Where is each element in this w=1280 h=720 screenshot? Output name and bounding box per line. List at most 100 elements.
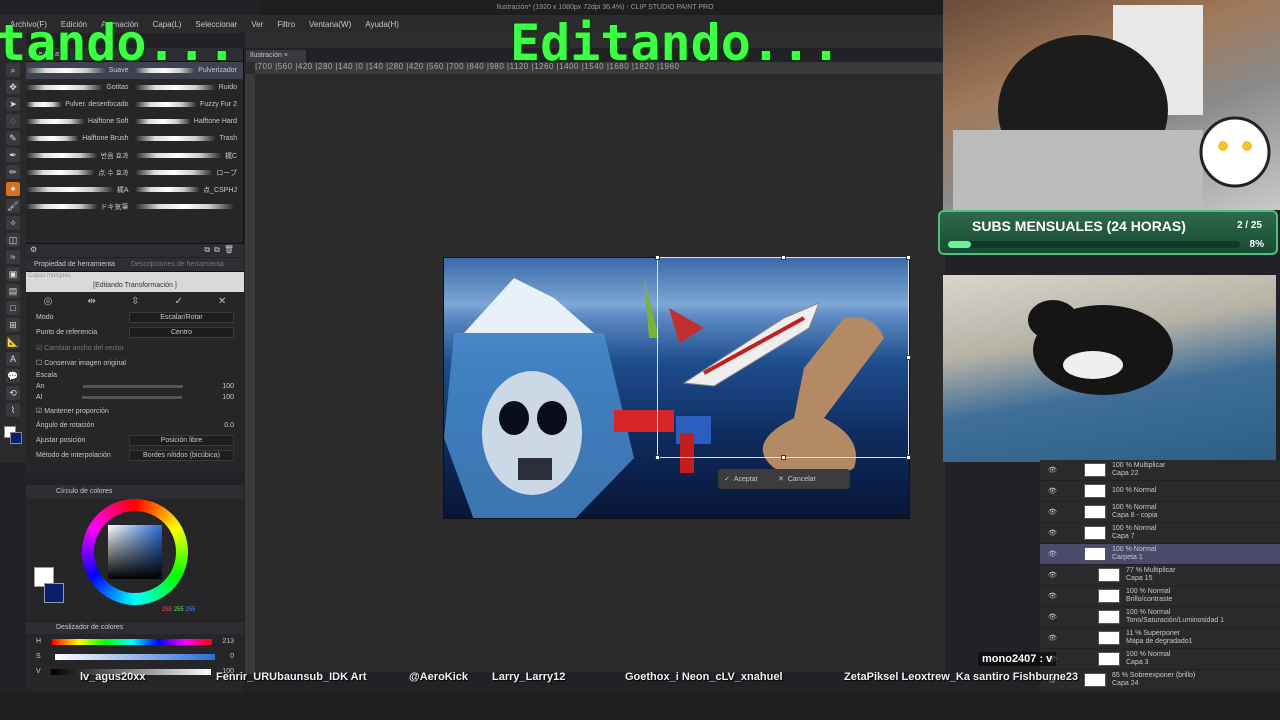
brush-item[interactable]: ドキ気筆 [26, 202, 135, 212]
transform-handle[interactable] [906, 255, 911, 260]
width-value[interactable]: 100 [222, 383, 234, 390]
figure-tool-icon[interactable]: □ [6, 301, 20, 315]
eye-icon[interactable]: 👁 [1048, 466, 1062, 474]
eye-icon[interactable]: 👁 [1048, 550, 1062, 558]
eye-icon[interactable]: 👁 [1048, 634, 1062, 642]
brush-item[interactable]: 梶C [134, 151, 244, 161]
saturation-value[interactable]: 0 [230, 653, 234, 660]
brush-item[interactable]: Gotitas [26, 84, 135, 91]
layer-row[interactable]: 👁100 % NormalCapa 3 [1040, 649, 1280, 670]
eye-icon[interactable]: 👁 [1048, 613, 1062, 621]
correction-line-icon[interactable]: ⌇ [6, 403, 20, 417]
ruler-tool-icon[interactable]: 📐 [6, 335, 20, 349]
layer-row[interactable]: 👁 77 % Multiplicar Capa 15 [1040, 565, 1280, 586]
reference-point-select[interactable]: Centro [129, 327, 234, 338]
brush-item[interactable] [134, 204, 244, 209]
height-value[interactable]: 100 [222, 394, 234, 401]
blend-tool-icon[interactable]: ≈ [6, 250, 20, 264]
gradient-tool-icon[interactable]: ▤ [6, 284, 20, 298]
saturation-value-square[interactable] [108, 525, 162, 579]
tab-tool-property[interactable]: Propiedad de herramienta [26, 258, 123, 271]
layer-row[interactable]: 👁 100 % Normal Brillo/contraste [1040, 586, 1280, 607]
keep-original-checkbox[interactable]: ☐ Conservar imagen original [36, 359, 126, 367]
move-tool-icon[interactable]: ✥ [6, 80, 20, 94]
pen-tool-icon[interactable]: ✒ [6, 148, 20, 162]
frame-tool-icon[interactable]: ⊞ [6, 318, 20, 332]
correction-tool-icon[interactable]: ⟲ [6, 386, 20, 400]
transform-handle[interactable] [655, 255, 660, 260]
color-wheel-tab[interactable]: Círculo de colores [26, 485, 244, 499]
layer-row[interactable]: 👁 100 % Normal [1040, 481, 1280, 502]
menu-ventana[interactable]: Ventana(W) [309, 20, 351, 29]
eye-icon[interactable]: 👁 [1048, 487, 1062, 495]
sub-color-swatch[interactable] [10, 432, 22, 444]
eye-icon[interactable]: 👁 [1048, 592, 1062, 600]
saturation-slider[interactable] [55, 653, 216, 660]
eye-icon[interactable]: 👁 [1048, 529, 1062, 537]
layer-row[interactable]: 👁 100 % Normal Capa 7 [1040, 523, 1280, 544]
menu-filtro[interactable]: Filtro [277, 20, 295, 29]
operation-tool-icon[interactable]: ➤ [6, 97, 20, 111]
brush-item[interactable]: Halftone Hard [134, 118, 244, 125]
position-select[interactable]: Posición libre [129, 435, 234, 446]
pencil-tool-icon[interactable]: ✏ [6, 165, 20, 179]
decoration-tool-icon[interactable]: ✧ [6, 216, 20, 230]
layer-row[interactable]: 👁 11 % Superponer Mapa de degradado1 [1040, 628, 1280, 649]
rotation-value[interactable]: 0.0 [224, 422, 234, 429]
balloon-tool-icon[interactable]: 💬 [6, 369, 20, 383]
layer-row[interactable]: 👁 100 % Normal Tono/Saturación/Luminosidad… [1040, 607, 1280, 628]
eye-icon[interactable]: 👁 [1048, 571, 1062, 579]
tab-tool-description[interactable]: Descripciones de herramienta [123, 258, 232, 271]
brush-item[interactable]: Ruido [134, 84, 244, 91]
flip-horizontal-icon[interactable]: ⇹ [87, 296, 95, 307]
subtool-actions-icon[interactable]: ⧉⧉🗑 [204, 245, 238, 255]
interpolation-select[interactable]: Bordes nítidos (bicúbica) [129, 450, 234, 461]
brush-item[interactable]: Halftone Soft [26, 118, 135, 125]
document-tab[interactable]: Ilustración × [246, 50, 306, 62]
vector-width-checkbox[interactable]: ☑ Cambiar ancho del vector [36, 344, 124, 352]
brush-tool-icon[interactable]: 🖌 [6, 199, 20, 213]
accept-button[interactable]: Aceptar [734, 476, 758, 483]
color-swatches[interactable] [4, 426, 22, 444]
flip-vertical-icon[interactable]: ⇳ [131, 296, 139, 307]
brush-item[interactable]: Fuzzy Fur 2 [134, 101, 244, 108]
eye-icon[interactable]: 👁 [1048, 508, 1062, 516]
brush-item[interactable]: 点_CSPHJ [134, 185, 244, 195]
hue-slider[interactable] [51, 638, 212, 645]
cancel-x-icon[interactable]: ✕ [218, 296, 226, 307]
eraser-tool-icon[interactable]: ◫ [6, 233, 20, 247]
menu-ver[interactable]: Ver [251, 20, 263, 29]
height-slider[interactable] [82, 396, 183, 399]
mode-select[interactable]: Escalar/Rotar [129, 312, 234, 323]
brush-item[interactable]: ローブ [134, 168, 244, 178]
brush-item[interactable]: Pulver. desenfocado [26, 101, 135, 108]
lasso-tool-icon[interactable]: ◌ [6, 114, 20, 128]
hue-value[interactable]: 213 [222, 638, 234, 645]
transform-bounding-box[interactable] [655, 255, 911, 460]
confirm-check-icon[interactable]: ✓ [175, 296, 183, 307]
fill-tool-icon[interactable]: ▣ [6, 267, 20, 281]
transform-handle[interactable] [906, 455, 911, 460]
cancel-icon[interactable]: ✕ [778, 475, 784, 483]
transform-handle[interactable] [906, 355, 911, 360]
sub-color-swatch-large[interactable] [44, 583, 64, 603]
airbrush-tool-icon[interactable]: ✦ [6, 182, 20, 196]
color-slider-tab[interactable]: Deslizador de colores [26, 622, 244, 634]
brush-item[interactable]: Trash [134, 135, 244, 142]
hue-ring[interactable] [82, 499, 188, 605]
transform-handle[interactable] [781, 455, 786, 460]
text-tool-icon[interactable]: A [6, 352, 20, 366]
transform-handle[interactable] [781, 255, 786, 260]
transform-handle[interactable] [655, 455, 660, 460]
keep-ratio-checkbox[interactable]: ☑ Mantener proporción [36, 407, 109, 415]
layer-row[interactable]: 👁 100 % Normal Capa 8 - copia [1040, 502, 1280, 523]
width-slider[interactable] [83, 385, 184, 388]
settings-icon[interactable]: ⚙ [30, 245, 37, 254]
eyedropper-tool-icon[interactable]: ✎ [6, 131, 20, 145]
brush-item[interactable]: 梶A [26, 185, 135, 195]
cancel-button[interactable]: Cancelar [788, 476, 816, 483]
brush-item[interactable]: 点 수 효과 [26, 168, 135, 178]
brush-item[interactable]: 반음 효과 [26, 151, 135, 161]
brush-item[interactable]: Halftone Brush [26, 135, 135, 142]
transform-settings-icon[interactable]: ◎ [44, 296, 53, 307]
